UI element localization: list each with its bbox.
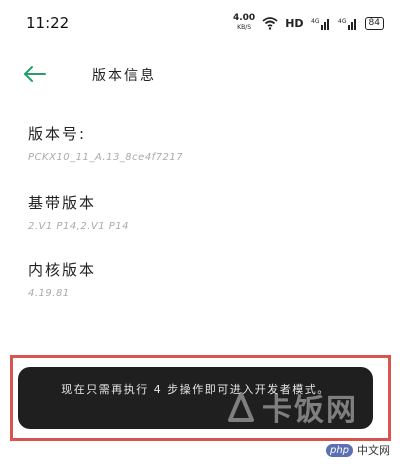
status-time: 11:22 xyxy=(26,14,70,32)
network-type-2: 4G xyxy=(338,18,347,25)
back-arrow-icon[interactable] xyxy=(22,64,48,84)
baseband-version-label: 基带版本 xyxy=(28,194,97,212)
speed-value: 4.00 xyxy=(232,13,256,23)
wifi-icon xyxy=(262,17,278,30)
site-watermark: 卡饭网 xyxy=(226,385,358,429)
signal-icon: 4G xyxy=(338,18,356,30)
signal-icon: 4G xyxy=(311,18,329,30)
baseband-version-value: 2.V1 P14,2.V1 P14 xyxy=(28,221,130,232)
version-number-label: 版本号: xyxy=(28,125,87,143)
page-title: 版本信息 xyxy=(92,68,156,84)
hd-label: HD xyxy=(285,16,304,30)
baseband-version-item: 基带版本 2.V1 P14,2.V1 P14 xyxy=(28,192,129,232)
php-watermark: php 中文网 xyxy=(326,442,390,458)
network-speed: 4.00 KB/S xyxy=(233,14,255,32)
kernel-version-label: 内核版本 xyxy=(28,261,97,279)
php-watermark-text: 中文网 xyxy=(357,444,391,457)
network-type-1: 4G xyxy=(311,18,320,25)
version-number-item[interactable]: 版本号: PCKX10_11_A.13_8ce4f7217 xyxy=(28,123,183,163)
kernel-version-value: 4.19.81 xyxy=(28,288,70,299)
speed-unit: KB/S xyxy=(237,24,252,31)
kafan-logo-icon xyxy=(228,392,254,422)
kernel-version-item: 内核版本 4.19.81 xyxy=(28,259,96,299)
php-badge: php xyxy=(326,443,354,457)
site-watermark-text: 卡饭网 xyxy=(262,393,358,428)
page-header: 版本信息 xyxy=(0,60,400,90)
status-bar: 11:22 4.00 KB/S HD 4G 4G 84 xyxy=(0,0,400,44)
battery-icon: 84 xyxy=(364,16,384,30)
status-icons: 4.00 KB/S HD 4G 4G 84 xyxy=(233,13,384,33)
version-number-value: PCKX10_11_A.13_8ce4f7217 xyxy=(28,152,184,163)
